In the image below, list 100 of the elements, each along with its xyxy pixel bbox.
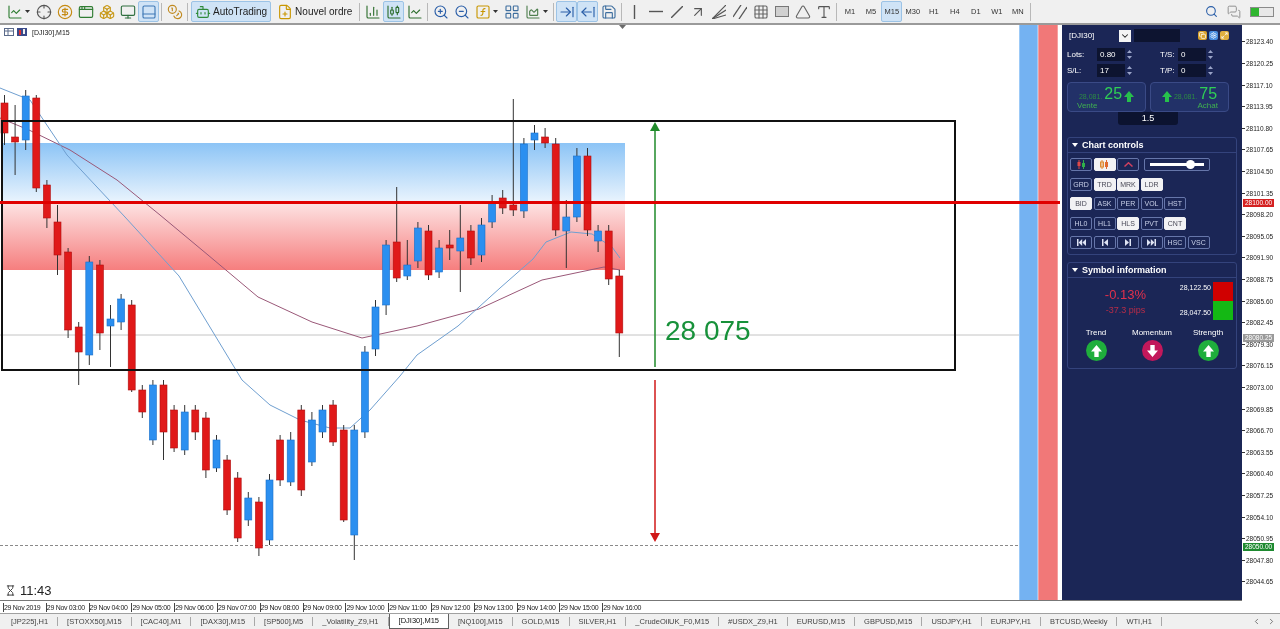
zoom-out-icon xyxy=(453,3,470,20)
tile-icon xyxy=(503,3,520,20)
slider-thumb[interactable] xyxy=(1185,160,1195,169)
panel-icon xyxy=(140,3,157,20)
toggle-button[interactable] xyxy=(1070,236,1092,249)
section-header[interactable]: Symbol information xyxy=(1068,263,1236,278)
chevron-right-icon[interactable] xyxy=(1267,617,1276,626)
indicator-label: Momentum xyxy=(1132,329,1172,337)
file-plus-icon xyxy=(277,3,294,20)
chart-icon xyxy=(7,3,23,20)
search-icon[interactable] xyxy=(1205,5,1218,18)
candle xyxy=(530,124,539,151)
candle xyxy=(414,221,422,269)
candle xyxy=(318,404,327,439)
candle xyxy=(117,293,125,331)
indicator-label: Trend xyxy=(1085,329,1107,337)
skip-forward-icon xyxy=(1147,239,1156,246)
maximize-icon[interactable] xyxy=(1220,31,1229,40)
candle xyxy=(170,404,178,453)
line-chart-icon xyxy=(406,3,423,20)
toggle-button[interactable] xyxy=(1140,236,1163,249)
caret-down-icon xyxy=(1072,142,1078,148)
function-icon xyxy=(475,3,492,20)
dollar-icon xyxy=(56,3,73,20)
candle xyxy=(445,229,454,261)
caret-icon xyxy=(493,10,499,13)
candle xyxy=(191,404,200,441)
candle xyxy=(308,411,316,467)
monitor-icon xyxy=(119,3,136,20)
candle xyxy=(149,379,157,446)
area-chart-icon xyxy=(525,3,542,20)
grid-icon xyxy=(752,3,769,20)
candle xyxy=(0,94,9,146)
candle xyxy=(424,224,433,281)
copy-icon[interactable] xyxy=(1198,31,1207,40)
low-square-icon xyxy=(1213,301,1233,320)
candle xyxy=(488,194,496,229)
candle xyxy=(180,404,189,456)
settings-icon[interactable] xyxy=(1209,31,1218,40)
caret-icon xyxy=(543,10,549,13)
bars-icon xyxy=(17,28,27,36)
candle xyxy=(233,471,242,543)
candle xyxy=(74,321,83,386)
candle xyxy=(223,454,231,516)
candle xyxy=(43,179,51,229)
caret-down-icon xyxy=(1072,267,1078,273)
measurement-label: 28 075 xyxy=(665,317,751,345)
candle xyxy=(594,224,602,253)
toggle-button[interactable] xyxy=(1093,236,1116,249)
toolbar-button[interactable]: AutoTrading xyxy=(191,1,272,22)
horizontal-line-icon xyxy=(648,10,663,13)
text-field[interactable] xyxy=(1134,29,1180,42)
candle xyxy=(371,299,380,357)
bar-chart-icon xyxy=(364,3,381,20)
candlestick-icon xyxy=(385,3,402,20)
slider[interactable] xyxy=(1143,158,1210,171)
rectangle-icon xyxy=(774,6,789,17)
save-icon xyxy=(600,3,617,20)
candle xyxy=(286,431,295,487)
number-field[interactable]: 0 xyxy=(1178,64,1206,77)
toggle-button[interactable] xyxy=(1117,158,1139,171)
spinner-icon[interactable] xyxy=(1127,65,1132,76)
symbol-select[interactable]: [DJI30] xyxy=(1067,29,1131,42)
step-back-icon xyxy=(1101,239,1108,246)
candle xyxy=(21,89,30,151)
toolbar-button[interactable]: Nouvel ordre xyxy=(273,1,357,22)
toggle-button[interactable] xyxy=(1070,158,1092,171)
triangle-icon xyxy=(794,3,811,20)
number-field[interactable]: 17 xyxy=(1097,64,1125,77)
fan-lines-icon xyxy=(711,4,726,19)
caret-up-icon xyxy=(1123,162,1133,167)
toolbar-button[interactable] xyxy=(383,1,405,22)
spinner-icon[interactable] xyxy=(1127,49,1132,60)
robot-icon xyxy=(195,3,211,20)
candle xyxy=(604,224,613,286)
chevron-left-icon[interactable] xyxy=(1252,617,1261,626)
vertical-line-icon xyxy=(633,4,637,19)
number-field[interactable]: 0.80 xyxy=(1097,48,1125,61)
toolbar-button[interactable] xyxy=(577,1,599,22)
toggle-button[interactable] xyxy=(1117,236,1139,249)
text-icon xyxy=(815,3,832,20)
spread-field[interactable]: 1.5 xyxy=(1118,112,1178,125)
pips-change: -37.3 pips xyxy=(1105,305,1146,315)
spinner-icon[interactable] xyxy=(1208,49,1213,60)
candle xyxy=(106,304,115,368)
number-field[interactable]: 0 xyxy=(1178,48,1206,61)
connection-status-icon xyxy=(1250,6,1274,17)
section-header[interactable]: Chart controls xyxy=(1068,138,1236,153)
indicator-label: Strength xyxy=(1192,329,1224,337)
candle xyxy=(403,239,412,281)
coins-icon xyxy=(166,3,183,20)
boxes-icon xyxy=(98,3,115,20)
candle xyxy=(212,434,221,473)
candle xyxy=(435,239,443,279)
skip-back-icon xyxy=(1076,239,1086,246)
spinner-icon[interactable] xyxy=(1208,65,1213,76)
candlestick-icon xyxy=(1100,160,1109,169)
toolbar-button[interactable] xyxy=(556,1,578,22)
candle xyxy=(562,199,571,269)
field-label: T/P: xyxy=(1160,66,1176,75)
